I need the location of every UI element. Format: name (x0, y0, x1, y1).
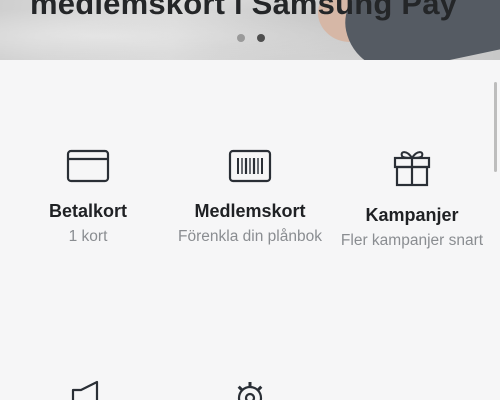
tile-title: Betalkort (48, 201, 128, 221)
gift-icon (393, 151, 431, 187)
tile-subtitle: Förenkla din plånbok (178, 228, 322, 245)
gear-icon (237, 382, 263, 400)
carousel-page-indicator (237, 34, 265, 42)
tile-payment-cards[interactable]: Betalkort 1 kort (13, 148, 163, 247)
tile-campaigns[interactable]: Kampanjer Fler kampanjer snart (337, 148, 487, 251)
promo-banner[interactable]: medlemskort i Samsung Pay (0, 0, 500, 60)
edge-panel-handle[interactable] (494, 82, 497, 172)
tile-title: Medlemskort (194, 201, 306, 221)
tile-subtitle: 1 kort (68, 228, 108, 245)
tile-partial-megaphone[interactable] (13, 378, 163, 400)
barcode-card-icon (228, 149, 272, 183)
carousel-dot-1[interactable] (237, 34, 245, 42)
tile-partial-settings[interactable] (175, 378, 325, 400)
megaphone-icon (71, 380, 99, 400)
carousel-dot-2-active[interactable] (257, 34, 265, 42)
credit-card-icon (66, 149, 110, 183)
samsung-pay-home-screen: medlemskort i Samsung Pay Betalkort 1 ko… (0, 0, 500, 400)
tile-membership-cards[interactable]: Medlemskort Förenkla din plånbok (175, 148, 325, 247)
banner-title: medlemskort i Samsung Pay (30, 0, 458, 21)
tile-subtitle: Fler kampanjer snart (340, 232, 484, 249)
tile-title: Kampanjer (365, 205, 459, 225)
